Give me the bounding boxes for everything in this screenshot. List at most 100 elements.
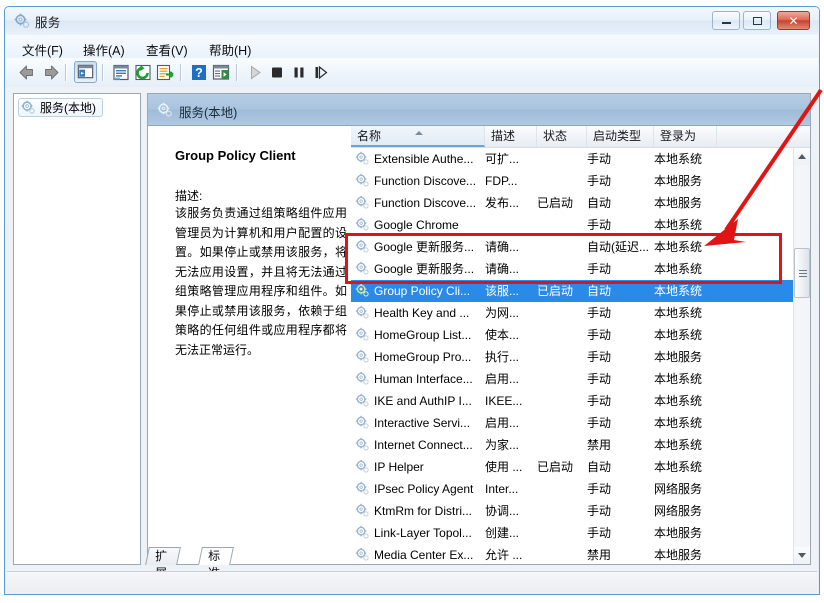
minimize-button[interactable] bbox=[712, 11, 740, 30]
stop-service-icon[interactable] bbox=[266, 62, 288, 83]
menu-view[interactable]: 查看(V) bbox=[143, 39, 191, 60]
show-hide-tree-icon[interactable] bbox=[74, 61, 97, 83]
cell-description: Inter... bbox=[485, 482, 519, 496]
table-row[interactable]: Internet Connect... 为家... 禁用 本地系统 bbox=[351, 434, 793, 456]
cell-service-name: Media Center Ex... bbox=[374, 548, 474, 562]
cell-startup-type: 手动 bbox=[587, 328, 612, 342]
cell-status bbox=[537, 236, 583, 258]
menu-help[interactable]: 帮助(H) bbox=[206, 39, 254, 60]
cell-log-on-as: 本地系统 bbox=[654, 460, 703, 474]
cell-status bbox=[537, 170, 583, 192]
maximize-button[interactable] bbox=[743, 11, 771, 30]
back-icon[interactable] bbox=[17, 62, 39, 83]
restart-service-icon[interactable] bbox=[310, 62, 332, 83]
services-window: 服务 ✕ 文件(F) 操作(A) 查看(V) 帮助(H) ? 服务(本地) 服务… bbox=[4, 6, 820, 595]
toolbar-separator-3 bbox=[180, 64, 182, 81]
pause-service-icon[interactable] bbox=[288, 62, 310, 83]
cell-status: 已启动 bbox=[537, 196, 574, 210]
service-gear-icon bbox=[355, 481, 369, 495]
scroll-up-icon[interactable] bbox=[794, 148, 810, 165]
column-header-log-on-as[interactable]: 登录为 bbox=[654, 126, 717, 147]
table-row[interactable]: HomeGroup List... 使本... 手动 本地系统 bbox=[351, 324, 793, 346]
column-header-description[interactable]: 描述 bbox=[485, 126, 537, 147]
help-icon[interactable]: ? bbox=[188, 62, 210, 83]
minimize-icon bbox=[713, 12, 739, 29]
toolbar-separator-4 bbox=[236, 64, 238, 81]
cell-status bbox=[537, 434, 583, 456]
service-gear-icon bbox=[355, 393, 369, 407]
table-row[interactable]: KtmRm for Distri... 协调... 手动 网络服务 bbox=[351, 500, 793, 522]
cell-status bbox=[537, 148, 583, 170]
close-button[interactable]: ✕ bbox=[777, 11, 810, 30]
vertical-scrollbar[interactable] bbox=[793, 148, 810, 564]
table-row[interactable]: Google 更新服务... 请确... 手动 本地系统 bbox=[351, 258, 793, 280]
cell-startup-type: 手动 bbox=[587, 526, 612, 540]
table-row[interactable]: Function Discove... FDP... 手动 本地服务 bbox=[351, 170, 793, 192]
cell-description: 为家... bbox=[485, 438, 520, 452]
properties-icon[interactable] bbox=[110, 62, 132, 83]
table-row[interactable]: Group Policy Cli... 该服... 已启动 自动 本地系统 bbox=[351, 280, 793, 302]
cell-service-name: Human Interface... bbox=[374, 372, 473, 386]
table-row[interactable]: IP Helper 使用 ... 已启动 自动 本地系统 bbox=[351, 456, 793, 478]
toolbar-separator-2 bbox=[102, 64, 104, 81]
cell-description: FDP... bbox=[485, 174, 518, 188]
cell-service-name: Internet Connect... bbox=[374, 438, 473, 452]
column-header-name-label: 名称 bbox=[357, 129, 382, 143]
forward-icon[interactable] bbox=[39, 62, 61, 83]
service-description-panel: Group Policy Client 描述: 该服务负责通过组策略组件应用管理… bbox=[148, 126, 351, 564]
cell-description: 使本... bbox=[485, 328, 520, 342]
cell-service-name: Function Discove... bbox=[374, 196, 477, 210]
column-header-status[interactable]: 状态 bbox=[537, 126, 587, 147]
maximize-icon bbox=[744, 12, 770, 29]
table-row[interactable]: Health Key and ... 为网... 手动 本地系统 bbox=[351, 302, 793, 324]
cell-status bbox=[537, 214, 583, 236]
column-header-startup-type[interactable]: 启动类型 bbox=[587, 126, 654, 147]
table-row[interactable]: Link-Layer Topol... 创建... 手动 本地服务 bbox=[351, 522, 793, 544]
tree-item-services-local[interactable]: 服务(本地) bbox=[18, 98, 103, 117]
cell-log-on-as: 本地系统 bbox=[654, 328, 703, 342]
refresh-icon[interactable] bbox=[132, 62, 154, 83]
table-row[interactable]: HomeGroup Pro... 执行... 手动 本地服务 bbox=[351, 346, 793, 368]
cell-description: IKEE... bbox=[485, 394, 523, 408]
table-row[interactable]: Google Chrome 手动 本地系统 bbox=[351, 214, 793, 236]
table-row[interactable]: Interactive Servi... 启用... 手动 本地系统 bbox=[351, 412, 793, 434]
cell-service-name: Link-Layer Topol... bbox=[374, 526, 472, 540]
scrollbar-thumb[interactable] bbox=[794, 248, 810, 298]
table-row[interactable]: IKE and AuthIP I... IKEE... 手动 本地系统 bbox=[351, 390, 793, 412]
cell-description: 请确... bbox=[485, 262, 520, 276]
start-service-icon bbox=[251, 65, 261, 80]
table-row[interactable]: IPsec Policy Agent Inter... 手动 网络服务 bbox=[351, 478, 793, 500]
title-bar[interactable]: 服务 ✕ bbox=[5, 7, 819, 35]
cell-startup-type: 手动 bbox=[587, 174, 612, 188]
table-row[interactable]: Human Interface... 启用... 手动 本地系统 bbox=[351, 368, 793, 390]
scroll-down-icon[interactable] bbox=[794, 547, 810, 564]
cell-log-on-as: 本地系统 bbox=[654, 240, 703, 254]
service-gear-icon bbox=[355, 415, 369, 429]
table-row[interactable]: Function Discove... 发布... 已启动 自动 本地服务 bbox=[351, 192, 793, 214]
menu-file[interactable]: 文件(F) bbox=[19, 39, 66, 60]
menu-action[interactable]: 操作(A) bbox=[80, 39, 128, 60]
cell-service-name: Health Key and ... bbox=[374, 306, 470, 320]
description-label: 描述: bbox=[175, 189, 203, 203]
export-list-icon[interactable] bbox=[154, 62, 176, 83]
service-gear-icon bbox=[355, 173, 369, 187]
table-row[interactable]: Extensible Authe... 可扩... 手动 本地系统 bbox=[351, 148, 793, 170]
pane-header: 服务(本地) bbox=[148, 94, 810, 126]
table-row[interactable]: Google 更新服务... 请确... 自动(延迟... 本地系统 bbox=[351, 236, 793, 258]
show-action-pane-icon[interactable] bbox=[210, 62, 232, 83]
window-title: 服务 bbox=[35, 16, 61, 30]
column-header-name[interactable]: 名称 bbox=[351, 126, 485, 147]
description-text: 该服务负责通过组策略组件应用管理员为计算机和用户配置的设置。如果停止或禁用该服务… bbox=[175, 206, 347, 357]
cell-log-on-as: 本地系统 bbox=[654, 372, 703, 386]
cell-log-on-as: 本地服务 bbox=[654, 548, 703, 562]
service-gear-icon bbox=[355, 525, 369, 539]
cell-log-on-as: 本地系统 bbox=[654, 438, 703, 452]
cell-status bbox=[537, 544, 583, 564]
list-column-headers: 名称 描述 状态 启动类型 登录为 bbox=[351, 126, 810, 148]
column-header-startup-type-label: 启动类型 bbox=[593, 129, 642, 143]
tab-standard[interactable]: 标准 bbox=[198, 547, 234, 580]
cell-startup-type: 禁用 bbox=[587, 548, 612, 562]
tab-extended[interactable]: 扩展 bbox=[145, 547, 181, 580]
service-gear-icon bbox=[355, 195, 369, 209]
table-row[interactable]: Media Center Ex... 允许 ... 禁用 本地服务 bbox=[351, 544, 793, 564]
